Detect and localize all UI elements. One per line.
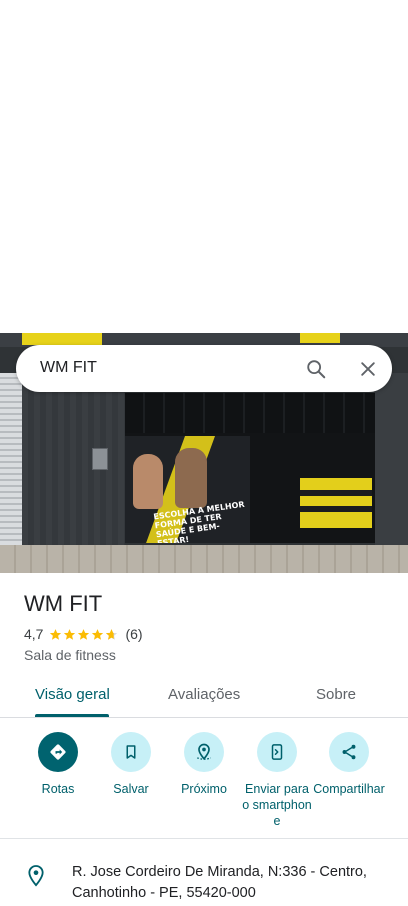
search-icon — [307, 360, 326, 379]
place-title: WM FIT — [24, 591, 103, 616]
directions-label: Rotas — [41, 782, 75, 796]
directions-icon — [50, 744, 66, 760]
save-button[interactable]: Salvar — [91, 732, 171, 797]
clear-search-button[interactable] — [354, 355, 382, 383]
blank-map-area — [0, 0, 408, 333]
electric-box — [92, 448, 108, 470]
directions-button[interactable]: Rotas — [18, 732, 98, 797]
nearby-label: Próximo — [181, 782, 227, 796]
address-row[interactable]: R. Jose Cordeiro De Miranda, N:336 - Cen… — [0, 858, 408, 906]
save-label: Salvar — [113, 782, 149, 796]
tab-reviews[interactable]: Avaliações — [168, 686, 240, 703]
tab-about[interactable]: Sobre — [316, 686, 356, 703]
send-to-phone-label: Enviar para o smartphone — [242, 782, 312, 828]
share-label: Compartilhar — [313, 782, 385, 796]
reception-counter — [300, 478, 372, 528]
active-tab-indicator — [35, 714, 109, 717]
rating-value: 4,7 — [24, 626, 44, 642]
send-to-phone-button[interactable]: Enviar para o smartphone — [237, 732, 317, 829]
send-to-phone-icon — [271, 744, 283, 760]
divider — [0, 838, 408, 839]
bookmark-icon — [126, 745, 136, 759]
share-button[interactable]: Compartilhar — [309, 732, 389, 797]
address-text: R. Jose Cordeiro De Miranda, N:336 - Cen… — [72, 864, 367, 901]
nearby-button[interactable]: Próximo — [164, 732, 244, 797]
rating-row[interactable]: 4,7 (6) — [24, 626, 143, 642]
shutter — [0, 373, 22, 553]
star-half-icon — [106, 628, 118, 640]
star-icon — [64, 628, 76, 640]
place-tabs: Visão geral Avaliações Sobre — [0, 676, 408, 718]
search-button[interactable] — [302, 355, 330, 383]
location-pin-icon — [28, 865, 44, 887]
star-icon — [78, 628, 90, 640]
search-bar[interactable]: WM FIT — [16, 345, 392, 392]
place-category: Sala de fitness — [24, 647, 116, 663]
rating-stars — [49, 628, 119, 641]
close-icon — [361, 362, 375, 376]
action-buttons: Rotas Salvar Próximo Enviar para o smart… — [0, 732, 408, 838]
share-icon — [342, 744, 356, 760]
tab-overview[interactable]: Visão geral — [35, 686, 110, 703]
gym-banner: ESCOLHA A MELHOR FORMA DE TER SAÚDE E BE… — [125, 436, 250, 543]
star-icon — [92, 628, 104, 640]
nearby-icon — [197, 743, 211, 760]
sidewalk — [0, 545, 408, 573]
facade-wall — [22, 373, 125, 553]
search-input[interactable]: WM FIT — [40, 359, 97, 377]
star-icon — [50, 628, 62, 640]
review-count[interactable]: (6) — [125, 626, 142, 642]
